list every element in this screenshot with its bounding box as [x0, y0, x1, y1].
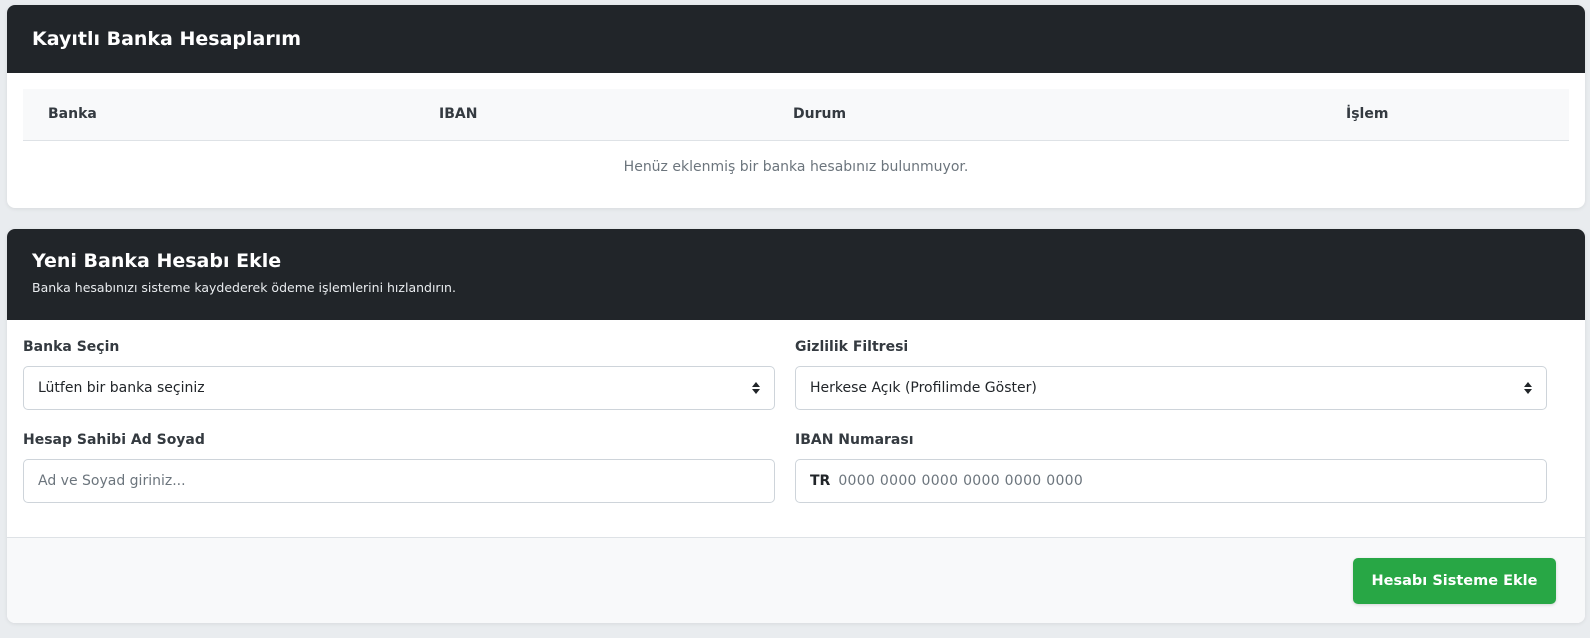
saved-accounts-header: Kayıtlı Banka Hesaplarım	[7, 5, 1585, 73]
privacy-select[interactable]: Herkese Açık (Profilimde Göster)	[795, 366, 1547, 410]
bank-select-label: Banka Seçin	[23, 339, 120, 355]
select-arrows-icon	[752, 380, 760, 396]
bank-select-field: Banka Seçin Lütfen bir banka seçiniz	[23, 339, 775, 410]
privacy-select-value: Herkese Açık (Profilimde Göster)	[810, 380, 1037, 396]
holder-name-field: Hesap Sahibi Ad Soyad Ad ve Soyad girini…	[23, 432, 775, 503]
new-account-header: Yeni Banka Hesabı Ekle Banka hesabınızı …	[7, 229, 1585, 320]
privacy-select-field: Gizlilik Filtresi Herkese Açık (Profilim…	[795, 339, 1547, 410]
new-account-subtitle: Banka hesabınızı sisteme kaydederek ödem…	[32, 280, 456, 295]
add-account-button[interactable]: Hesabı Sisteme Ekle	[1353, 558, 1556, 604]
bank-select[interactable]: Lütfen bir banka seçiniz	[23, 366, 775, 410]
table-header-row: Banka IBAN Durum İşlem	[23, 89, 1569, 141]
privacy-select-label: Gizlilik Filtresi	[795, 339, 909, 355]
column-header-bank: Banka	[48, 106, 97, 122]
new-account-form: Banka Seçin Lütfen bir banka seçiniz Giz…	[7, 320, 1585, 538]
new-account-card: Yeni Banka Hesabı Ekle Banka hesabınızı …	[7, 229, 1585, 623]
column-header-iban: IBAN	[439, 106, 478, 122]
empty-table-message: Henüz eklenmiş bir banka hesabınız bulun…	[623, 158, 969, 175]
select-arrows-icon	[1524, 380, 1532, 396]
iban-placeholder: 0000 0000 0000 0000 0000 0000	[838, 473, 1084, 489]
saved-accounts-title: Kayıtlı Banka Hesaplarım	[32, 28, 302, 50]
holder-name-label: Hesap Sahibi Ad Soyad	[23, 432, 205, 448]
iban-prefix: TR	[810, 473, 831, 489]
holder-name-input[interactable]: Ad ve Soyad giriniz...	[23, 459, 775, 503]
column-header-action: İşlem	[1346, 106, 1389, 122]
form-footer: Hesabı Sisteme Ekle	[7, 537, 1585, 623]
accounts-table: Banka IBAN Durum İşlem Henüz eklenmiş bi…	[7, 73, 1585, 192]
iban-input[interactable]: TR 0000 0000 0000 0000 0000 0000	[795, 459, 1547, 503]
bank-select-value: Lütfen bir banka seçiniz	[38, 380, 205, 396]
holder-name-placeholder: Ad ve Soyad giriniz...	[38, 473, 186, 489]
saved-accounts-card: Kayıtlı Banka Hesaplarım Banka IBAN Duru…	[7, 5, 1585, 208]
iban-label: IBAN Numarası	[795, 432, 914, 448]
new-account-title: Yeni Banka Hesabı Ekle	[32, 250, 282, 272]
iban-field: IBAN Numarası TR 0000 0000 0000 0000 000…	[795, 432, 1547, 503]
column-header-status: Durum	[793, 106, 847, 122]
